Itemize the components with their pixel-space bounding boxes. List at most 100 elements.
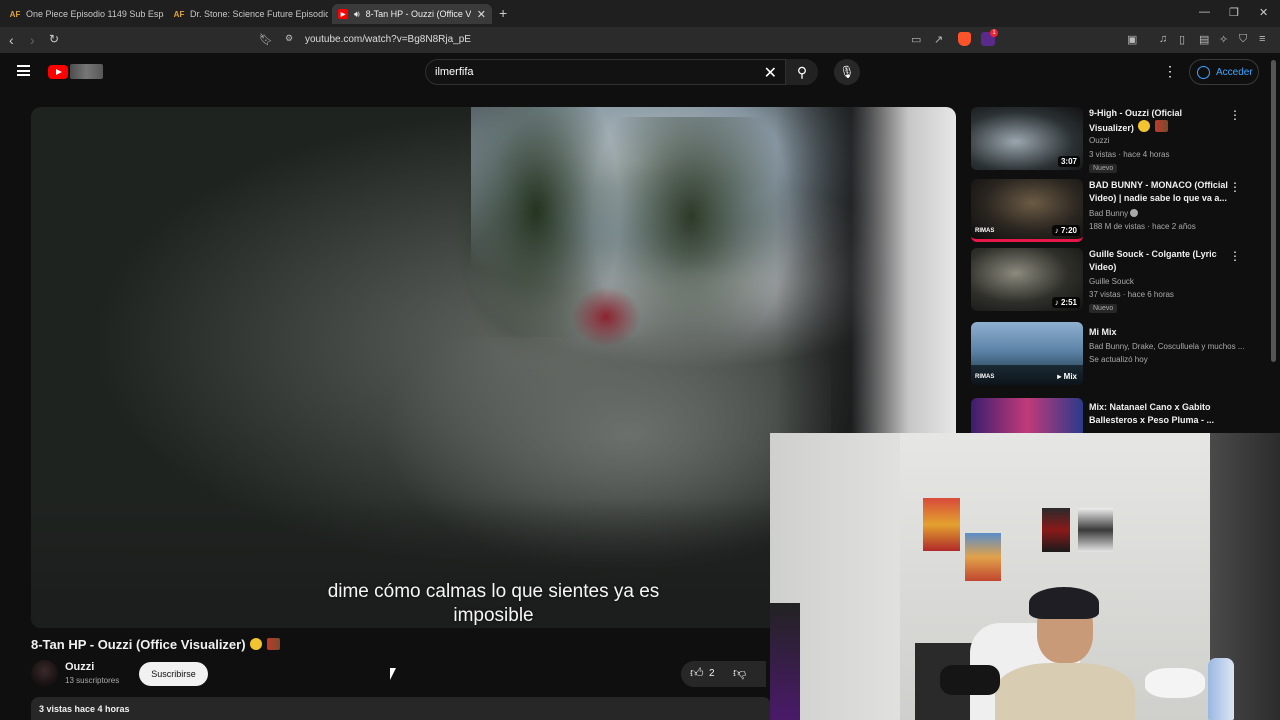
description-box[interactable]: 3 vistas hace 4 horas [31,697,771,720]
wall-poster [923,498,960,551]
more-options-icon[interactable]: ⋮ [1229,249,1241,263]
account-icon [1197,65,1210,79]
animeflv-icon: AF [173,9,185,19]
hamburger-menu-icon[interactable] [17,65,30,76]
duration-badge: 3:07 [1057,156,1080,167]
video-frame-car [571,287,641,347]
recommendation-meta: 37 vistas · hace 6 horas [1089,290,1174,299]
wall-poster [1078,508,1113,552]
building-emoji-icon [266,638,280,650]
video-thumbnail[interactable]: RIMAS ♪ 7:20 [971,179,1083,242]
share-icon[interactable]: ↗ [934,33,943,46]
tab-title: 8-Tan HP - Ouzzi (Office Visualizer) [365,9,471,19]
restore-icon[interactable]: ❐ [1229,6,1239,19]
view-count-date: 3 vistas hace 4 horas [39,704,130,714]
video-thumbnail[interactable] [971,398,1083,433]
video-title-text: 8-Tan HP - Ouzzi (Office Visualizer) [31,637,246,652]
streamer-beanie [1029,587,1099,619]
address-bar: ‹ › ↻ 🔖︎ ⚙︎ youtube.com/watch?v=Bg8N8Rja… [0,27,1280,53]
webcam-pc-tower [770,603,800,720]
recommendation-channel[interactable]: Guille Souck [1089,277,1134,286]
tab-one-piece[interactable]: AF One Piece Episodio 1149 Sub Español [4,4,164,24]
voice-search-button[interactable]: 🎙︎ [834,59,860,85]
subscribe-button[interactable]: Suscribirse [139,662,208,686]
bookmark-icon[interactable]: 🔖︎ [259,33,273,46]
microphone-icon: 🎙︎ [839,65,855,79]
recommendation-meta: Se actualizó hoy [1089,355,1148,364]
youtube-doodle-logo[interactable] [70,64,103,79]
browser-menu-icon[interactable]: ≡ [1259,33,1265,45]
recommendation-title[interactable]: Mi Mix [1089,326,1229,339]
recommendation-channel[interactable]: Ouzzi [1089,136,1109,145]
like-count: 2 [709,668,715,679]
like-icon[interactable]: 👍︎ [690,665,704,681]
recommendation-item[interactable]: ♪ 2:51 Guille Souck - Colgante (Lyric Vi… [971,248,1251,314]
video-thumbnail[interactable]: 3:07 [971,107,1083,170]
tab-dr-stone[interactable]: AF Dr. Stone: Science Future Episodio 8 [168,4,328,24]
channel-name[interactable]: Ouzzi [65,661,94,673]
recommendation-title[interactable]: Guille Souck - Colgante (Lyric Video) [1089,248,1229,274]
tab-title: One Piece Episodio 1149 Sub Español [26,9,164,19]
channel-avatar[interactable] [31,660,58,687]
recommendation-channel[interactable]: Bad Bunny [1089,209,1139,218]
speaker-icon: 🔊︎ [354,8,360,19]
wallet-icon[interactable]: ▤ [1199,33,1209,46]
youtube-header: ilmerfifa ✕ ⚲ 🎙︎ ⋮ Acceder [0,53,1280,93]
recommendation-item[interactable]: Mix: Natanael Cano x Gabito Ballesteros … [971,398,1251,433]
webcam-water-bottle [1208,658,1234,720]
recommendation-meta: 188 M de vistas · hace 2 años [1089,222,1196,231]
sign-in-button[interactable]: Acceder [1189,59,1259,85]
recommendation-title[interactable]: Mix: Natanael Cano x Gabito Ballesteros … [1089,401,1229,427]
url-field[interactable]: youtube.com/watch?v=Bg8N8Rja_pE [305,34,471,45]
more-options-icon[interactable]: ⋮ [1229,180,1241,194]
youtube-logo-icon[interactable] [48,65,68,79]
mix-badge: ▸ Mix [1057,372,1077,381]
video-thumbnail[interactable]: ♪ 2:51 [971,248,1083,311]
music-icon[interactable]: ♫ [1159,33,1167,45]
recommendation-title[interactable]: 9-High - Ouzzi (Oficial Visualizer) [1089,107,1229,135]
verified-icon [1130,209,1139,217]
forward-icon[interactable]: › [30,32,35,48]
settings-kebab-icon[interactable]: ⋮ [1163,63,1177,80]
recommendation-item[interactable]: RIMAS ▸ Mix Mi Mix Bad Bunny, Drake, Cos… [971,322,1251,388]
building-emoji-icon [1154,120,1168,132]
rimas-logo: RIMAS [975,374,995,380]
site-info-icon[interactable]: ⚙︎ [285,33,293,44]
clear-search-icon[interactable]: ✕ [764,63,777,83]
close-window-icon[interactable]: ✕ [1259,6,1268,19]
more-options-icon[interactable]: ⋮ [1229,108,1241,122]
streamer-body [995,663,1135,720]
cast-icon[interactable]: ▭ [911,33,921,46]
duration-badge: ♪ 7:20 [1051,225,1080,236]
new-tab-button[interactable]: + [499,5,507,21]
back-icon[interactable]: ‹ [9,32,14,48]
brave-rewards-icon[interactable]: 1 [981,29,998,46]
recommendation-item[interactable]: 3:07 9-High - Ouzzi (Oficial Visualizer)… [971,107,1251,173]
brave-shields-icon[interactable] [958,32,971,46]
recommendation-meta: 3 vistas · hace 4 horas [1089,150,1170,159]
search-icon: ⚲ [796,63,808,80]
reload-icon[interactable]: ↻ [49,32,59,46]
dislike-icon[interactable]: 👎︎ [733,665,746,681]
wall-poster [965,533,1001,581]
sidebar-icon[interactable]: ▯ [1179,33,1185,46]
animeflv-icon: AF [9,9,21,19]
webcam-bag [1145,668,1205,698]
video-title: 8-Tan HP - Ouzzi (Office Visualizer) [31,637,280,652]
search-input[interactable]: ilmerfifa ✕ [425,59,786,85]
recommendation-channel[interactable]: Bad Bunny, Drake, Cosculluela y muchos .… [1089,342,1244,351]
vpn-icon[interactable]: ⛉ [1239,33,1247,46]
tab-title: Dr. Stone: Science Future Episodio 8 [190,9,328,19]
leo-ai-icon[interactable]: ✧ [1219,33,1228,46]
close-tab-icon[interactable]: ✕ [477,8,486,21]
recommendation-title[interactable]: BAD BUNNY - MONACO (Official Video) | na… [1089,179,1229,205]
webcam-streamer [995,587,1135,720]
screenshot-icon[interactable]: ▣ [1127,33,1137,46]
tab-active-video[interactable]: ▶ 🔊︎ 8-Tan HP - Ouzzi (Office Visualizer… [332,4,492,24]
video-thumbnail[interactable]: RIMAS ▸ Mix [971,322,1083,385]
page-scrollbar[interactable] [1271,60,1276,362]
recommendation-item[interactable]: RIMAS ♪ 7:20 BAD BUNNY - MONACO (Officia… [971,179,1251,245]
search-button[interactable]: ⚲ [786,59,818,85]
rimas-logo: RIMAS [975,228,995,234]
minimize-icon[interactable]: — [1199,6,1210,18]
